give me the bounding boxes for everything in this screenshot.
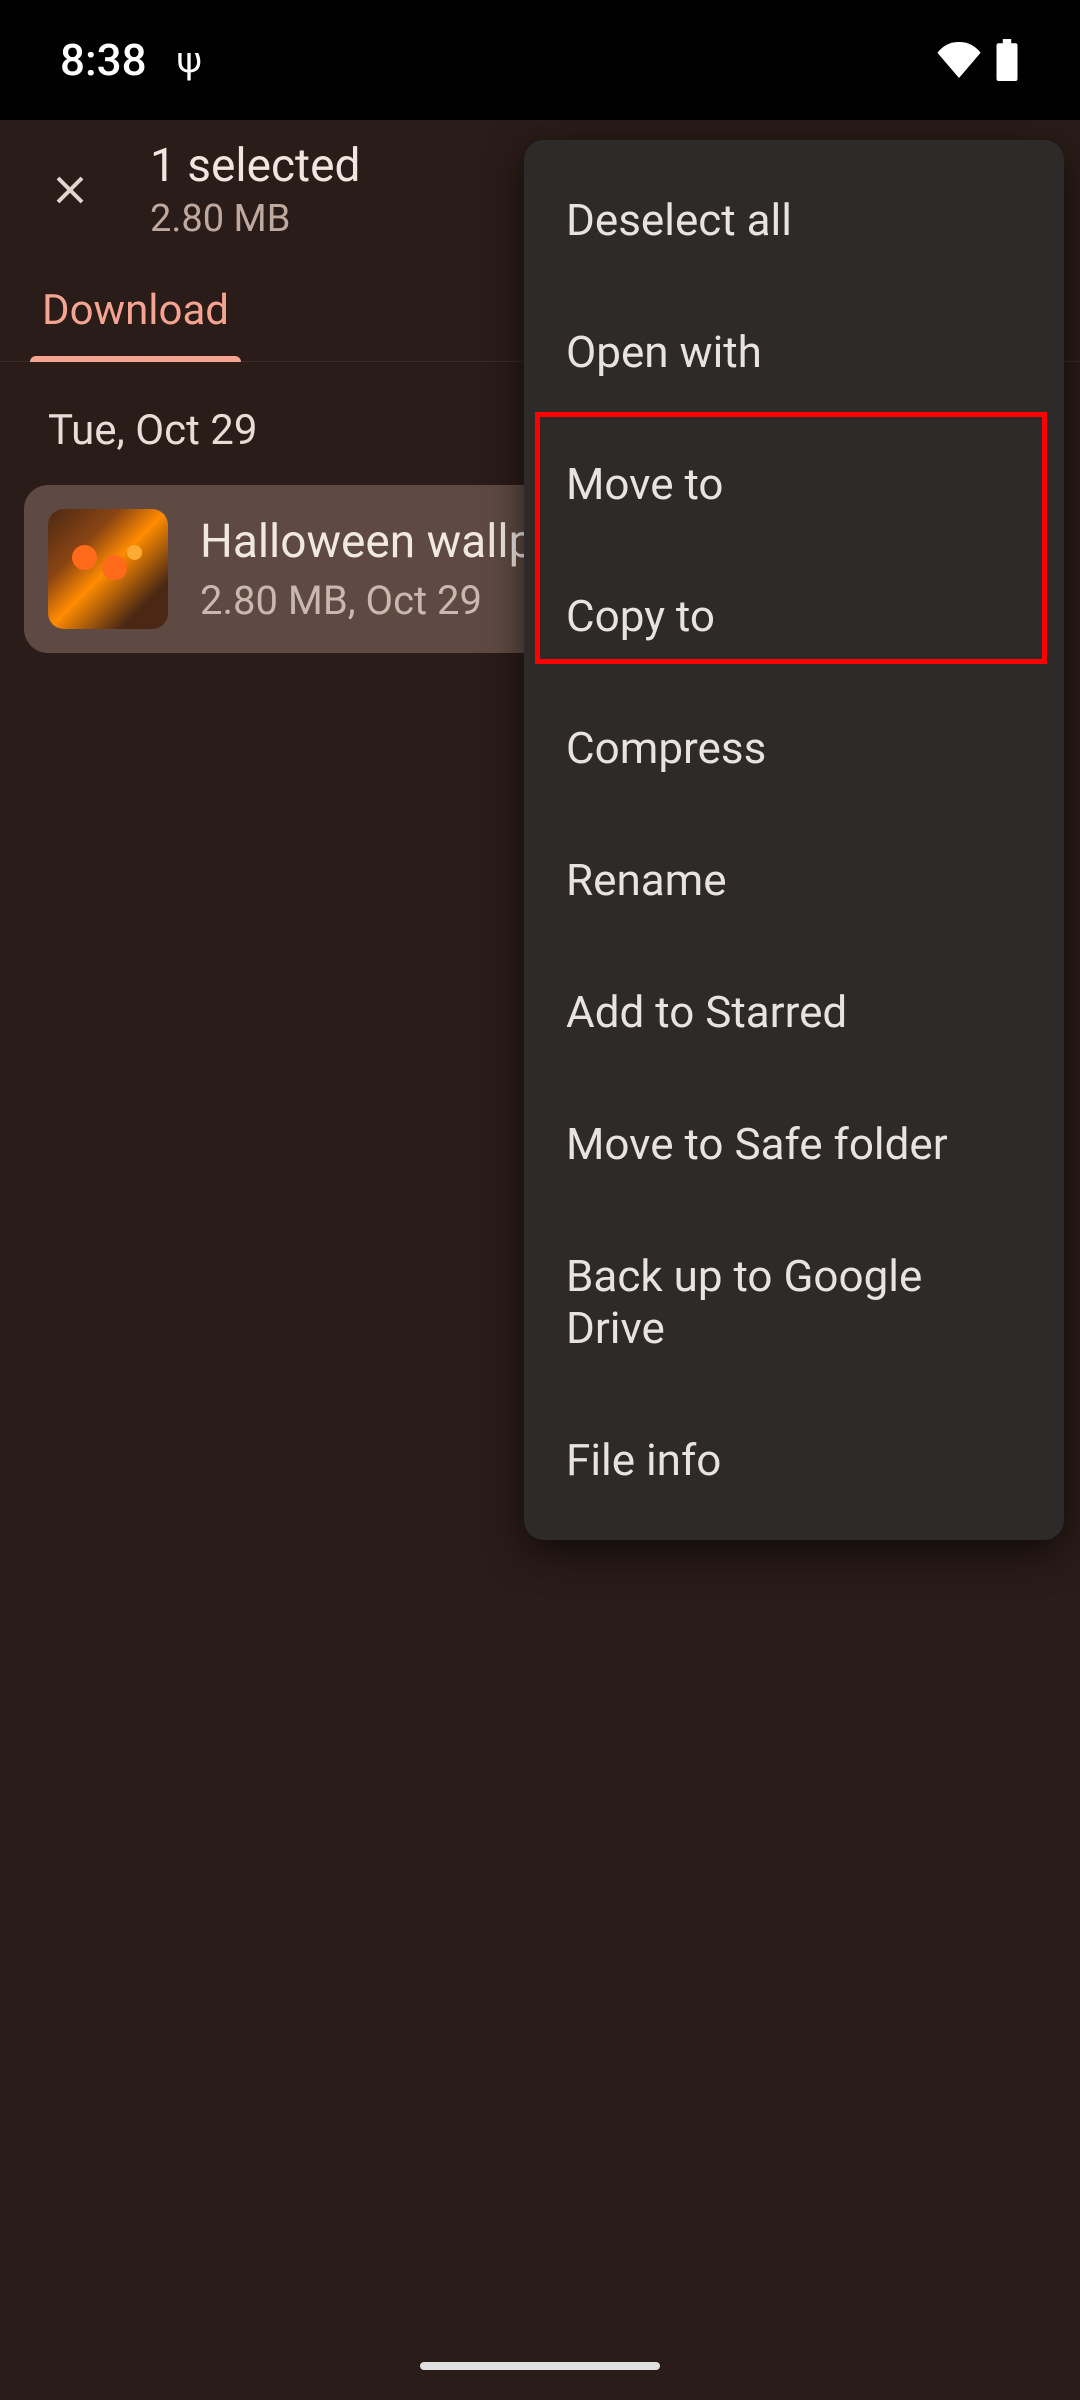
menu-copy-to[interactable]: Copy to	[524, 550, 1064, 682]
tab-download[interactable]: Download	[30, 260, 241, 361]
status-left: 8:38 ψ	[60, 34, 202, 86]
menu-move-to-safe[interactable]: Move to Safe folder	[524, 1078, 1064, 1210]
menu-file-info[interactable]: File info	[524, 1394, 1064, 1526]
selection-info: 1 selected 2.80 MB	[150, 139, 360, 241]
close-icon[interactable]	[40, 160, 100, 220]
menu-rename[interactable]: Rename	[524, 814, 1064, 946]
menu-move-to[interactable]: Move to	[524, 418, 1064, 550]
status-bar: 8:38 ψ	[0, 0, 1080, 120]
battery-icon	[994, 39, 1020, 81]
selection-count: 1 selected	[150, 139, 360, 193]
status-time: 8:38	[60, 34, 147, 86]
usb-icon: ψ	[177, 39, 202, 81]
status-right	[936, 39, 1020, 81]
selection-size: 2.80 MB	[150, 197, 360, 241]
file-meta: 2.80 MB, Oct 29	[200, 577, 559, 624]
file-thumbnail	[48, 509, 168, 629]
overflow-menu: Deselect all Open with Move to Copy to C…	[524, 140, 1064, 1540]
menu-add-to-starred[interactable]: Add to Starred	[524, 946, 1064, 1078]
wifi-icon	[936, 42, 982, 78]
menu-backup-drive[interactable]: Back up to Google Drive	[524, 1210, 1064, 1394]
menu-deselect-all[interactable]: Deselect all	[524, 154, 1064, 286]
file-name: Halloween wallpa	[200, 515, 559, 569]
file-info: Halloween wallpa 2.80 MB, Oct 29	[200, 515, 559, 624]
menu-open-with[interactable]: Open with	[524, 286, 1064, 418]
menu-compress[interactable]: Compress	[524, 682, 1064, 814]
gesture-bar[interactable]	[420, 2362, 660, 2370]
